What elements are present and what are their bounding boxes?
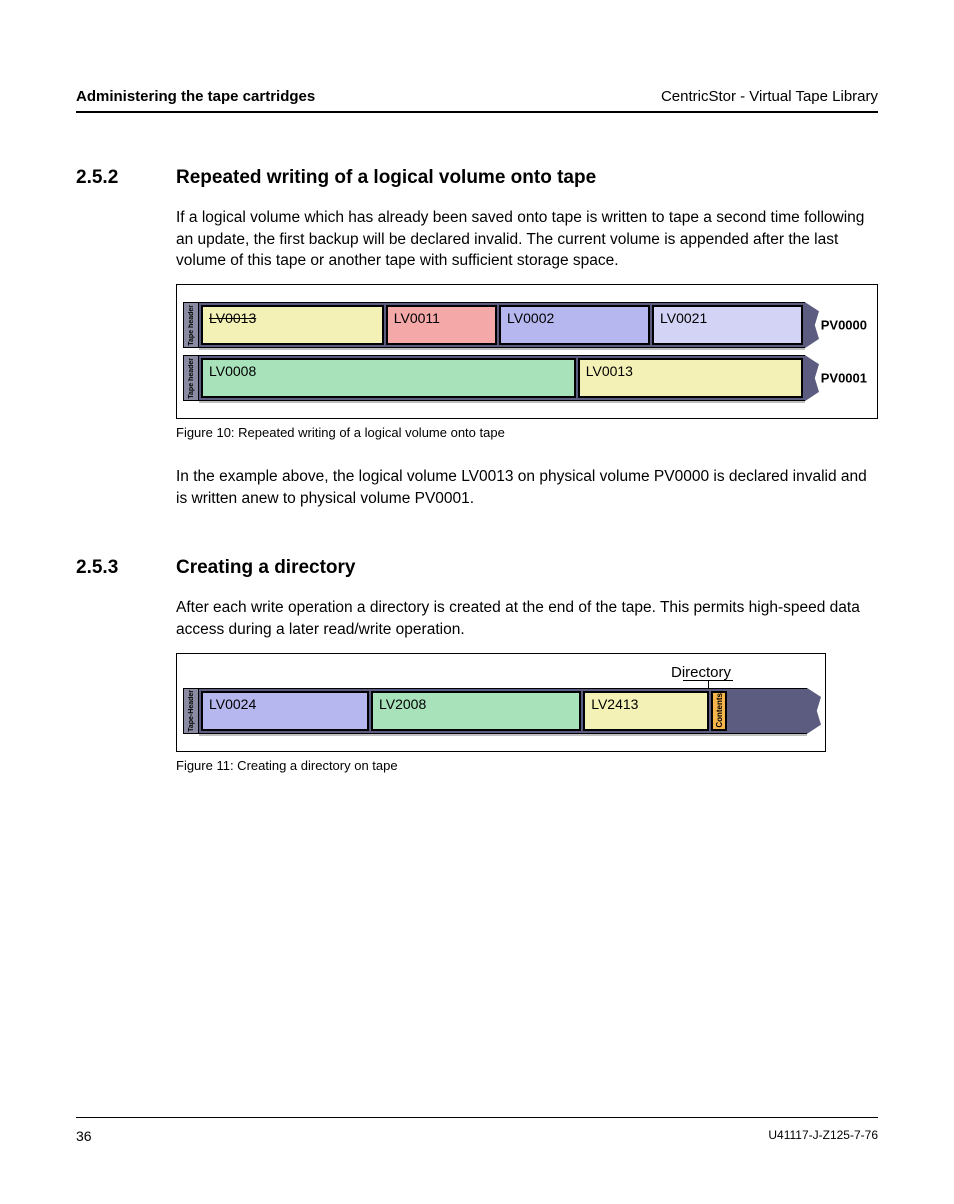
tape-header-icon: Tape header xyxy=(183,302,199,348)
tape-header-icon: Tape header xyxy=(183,355,199,401)
tape-header-icon: Tape-Header xyxy=(183,688,199,734)
tape-header-label: Tape-Header xyxy=(188,690,195,732)
section-252-heading: 2.5.2 Repeated writing of a logical volu… xyxy=(76,167,878,189)
page-footer: 36 U41117-J-Z125-7-76 xyxy=(76,1117,878,1144)
logical-volume: LV0021 xyxy=(652,305,803,345)
tape-row: Tape-Header LV0024 LV2008 LV2413 Contents xyxy=(183,688,807,734)
volume-label: LV0002 xyxy=(507,310,554,326)
volume-label: LV0011 xyxy=(394,310,440,326)
volume-label: LV2413 xyxy=(591,696,638,712)
section-253-para1: After each write operation a directory i… xyxy=(176,597,878,640)
tape-row: Tape headerLV0008LV0013PV0001 xyxy=(183,355,805,401)
header-right: CentricStor - Virtual Tape Library xyxy=(661,88,878,105)
logical-volume: LV2008 xyxy=(371,691,581,731)
tape-row: Tape headerLV0013LV0011LV0002LV0021PV000… xyxy=(183,302,805,348)
physical-volume-label: PV0000 xyxy=(821,318,867,333)
header-left: Administering the tape cartridges xyxy=(76,88,315,105)
logical-volume: LV2413 xyxy=(583,691,709,731)
figure-10: Tape header LV0013 LV0011 LV0002 LV0021 PV000… xyxy=(176,284,878,419)
page-number: 36 xyxy=(76,1128,92,1144)
logical-volume: LV0002 xyxy=(499,305,650,345)
section-title: Creating a directory xyxy=(176,557,356,579)
section-253-heading: 2.5.3 Creating a directory xyxy=(76,557,878,579)
section-number: 2.5.2 xyxy=(76,167,176,189)
figure-10-caption: Figure 10: Repeated writing of a logical… xyxy=(176,425,878,440)
volume-label: LV0021 xyxy=(660,310,707,326)
tape-body: LV0008LV0013PV0001 xyxy=(199,355,805,401)
tape-header-label: Tape header xyxy=(188,305,195,346)
page-header: Administering the tape cartridges Centri… xyxy=(76,88,878,113)
section-number: 2.5.3 xyxy=(76,557,176,579)
tape-body: LV0024 LV2008 LV2413 Contents xyxy=(199,688,807,734)
section-252-para1: If a logical volume which has already be… xyxy=(176,207,878,272)
figure-11: Directory Tape-Header LV0024 LV2008 LV2413 C… xyxy=(176,653,826,752)
volume-label: LV0013 xyxy=(209,310,256,326)
physical-volume-label: PV0001 xyxy=(821,371,867,386)
logical-volume: LV0013 xyxy=(201,305,384,345)
directory-label: Directory xyxy=(183,664,807,681)
logical-volume: LV0008 xyxy=(201,358,576,398)
volume-label: LV0024 xyxy=(209,696,256,712)
section-title: Repeated writing of a logical volume ont… xyxy=(176,167,596,189)
logical-volume: LV0024 xyxy=(201,691,369,731)
logical-volume: LV0011 xyxy=(386,305,497,345)
figure-11-caption: Figure 11: Creating a directory on tape xyxy=(176,758,878,773)
tape-header-label: Tape header xyxy=(188,358,195,399)
tape-body: LV0013LV0011LV0002LV0021PV0000 xyxy=(199,302,805,348)
doc-id: U41117-J-Z125-7-76 xyxy=(768,1128,878,1144)
contents-block: Contents xyxy=(711,691,727,731)
volume-label: LV2008 xyxy=(379,696,426,712)
logical-volume: LV0013 xyxy=(578,358,803,398)
contents-label: Contents xyxy=(715,693,724,728)
volume-label: LV0008 xyxy=(209,363,256,379)
volume-label: LV0013 xyxy=(586,363,633,379)
section-252-para2: In the example above, the logical volume… xyxy=(176,466,878,509)
